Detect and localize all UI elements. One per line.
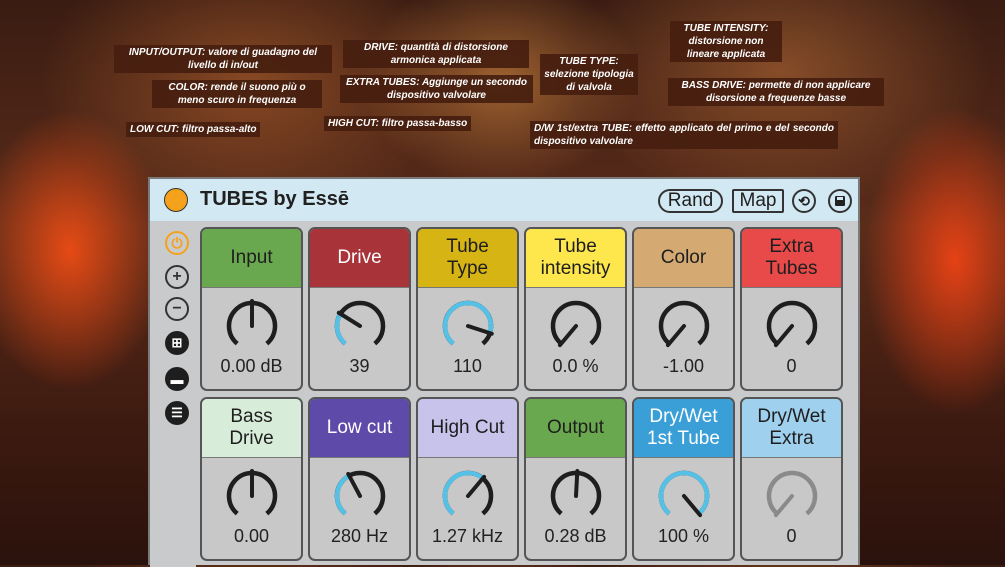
annotation-low-cut: LOW CUT: filtro passa-alto [126,122,260,137]
param-label: Tube Type [418,229,517,288]
param-panel-dry-wet-1st-tube: Dry/Wet 1st Tube 100 % [632,397,735,561]
annotation-tube-intensity: TUBE INTENSITY: distorsione non lineare … [670,21,782,62]
param-label: Low cut [310,399,409,458]
param-panel-input: Input 0.00 dB [200,227,303,391]
param-panel-dry-wet-extra: Dry/Wet Extra 0 [740,397,843,561]
param-knob[interactable] [331,297,389,355]
knob-needle [560,326,576,345]
param-value[interactable]: 0 [742,356,841,377]
collapse-icon[interactable]: ▬ [165,367,189,391]
save-preset-icon[interactable] [828,189,852,213]
param-value[interactable]: -1.00 [634,356,733,377]
knob-needle [348,474,360,496]
param-knob[interactable] [223,467,281,525]
annotation-dry-wet: D/W 1st/extra TUBE: effetto applicato de… [530,121,838,149]
zoom-out-icon[interactable]: − [165,297,189,321]
annotation-tube-type: TUBE TYPE: selezione tipologia di valvol… [540,54,638,95]
knob-needle [468,477,484,496]
knob-needle [776,496,792,515]
hot-swap-icon[interactable]: ⟲ [792,189,816,213]
param-label: Input [202,229,301,288]
knob-needle [339,313,360,326]
param-label: Tube intensity [526,229,625,288]
param-label: Color [634,229,733,288]
knob-track [769,303,815,344]
knob-value-arc [445,473,483,514]
param-panel-color: Color -1.00 [632,227,735,391]
param-label: Bass Drive [202,399,301,458]
device-title: TUBES by Essē [200,188,349,211]
knob-track [661,303,707,344]
device-power-button[interactable] [164,188,188,212]
param-knob[interactable] [547,467,605,525]
param-value[interactable]: 0.0 % [526,356,625,377]
param-value[interactable]: 0.00 dB [202,356,301,377]
zoom-in-icon[interactable]: + [165,265,189,289]
knob-value-arc [445,303,491,344]
param-value[interactable]: 1.27 kHz [418,526,517,547]
knob-needle [468,326,492,334]
param-panel-high-cut: High Cut 1.27 kHz [416,397,519,561]
param-label: Dry/Wet 1st Tube [634,399,733,458]
annotation-high-cut: HIGH CUT: filtro passa-basso [324,116,471,131]
knob-value-arc [661,473,707,514]
param-knob[interactable] [223,297,281,355]
add-device-icon[interactable]: ⊞ [165,331,189,355]
param-knob[interactable] [439,467,497,525]
param-knob[interactable] [655,297,713,355]
param-value[interactable]: 0.00 [202,526,301,547]
param-value[interactable]: 39 [310,356,409,377]
param-panel-output: Output 0.28 dB [524,397,627,561]
annotation-bass-drive: BASS DRIVE: permette di non applicare di… [668,78,884,106]
param-value[interactable]: 110 [418,356,517,377]
knob-track [769,473,815,514]
knob-value-arc [337,476,349,514]
param-panel-drive: Drive 39 [308,227,411,391]
param-value[interactable]: 100 % [634,526,733,547]
knob-needle [576,471,577,496]
annotation-color: COLOR: rende il suono più o meno scuro i… [152,80,322,108]
annotation-drive: DRIVE: quantità di distorsione armonica … [343,40,529,68]
param-panel-low-cut: Low cut 280 Hz [308,397,411,561]
rand-button[interactable]: Rand [658,189,723,213]
knob-needle [668,326,684,345]
param-knob[interactable] [547,297,605,355]
param-knob[interactable] [763,297,821,355]
power-preset-icon[interactable]: ⏻ [165,231,189,255]
param-knob[interactable] [331,467,389,525]
param-knob[interactable] [439,297,497,355]
param-label: High Cut [418,399,517,458]
knob-needle [776,326,792,345]
map-button[interactable]: Map [732,189,784,213]
device-title-bar[interactable]: TUBES by Essē Rand Map ⟲ [150,179,858,221]
param-value[interactable]: 0.28 dB [526,526,625,547]
annotation-extra-tubes: EXTRA TUBES: Aggiunge un secondo disposi… [340,75,533,103]
param-label: Drive [310,229,409,288]
param-knob[interactable] [763,467,821,525]
device-sidebar: ⏻ + − ⊞ ▬ ☰ [150,221,196,567]
param-label: Output [526,399,625,458]
param-panel-extra-tubes: Extra Tubes 0 [740,227,843,391]
tubes-device: TUBES by Essē Rand Map ⟲ ⏻ + − ⊞ ▬ ☰ Inp… [148,177,860,565]
annotation-input-output: INPUT/OUTPUT: valore di guadagno del liv… [114,45,332,73]
param-panel-tube-intensity: Tube intensity 0.0 % [524,227,627,391]
knob-needle [684,496,700,515]
param-panel-bass-drive: Bass Drive 0.00 [200,397,303,561]
list-icon[interactable]: ☰ [165,401,189,425]
param-value[interactable]: 0 [742,526,841,547]
param-value[interactable]: 280 Hz [310,526,409,547]
param-panel-tube-type: Tube Type 110 [416,227,519,391]
param-label: Extra Tubes [742,229,841,288]
param-knob[interactable] [655,467,713,525]
param-label: Dry/Wet Extra [742,399,841,458]
knob-track [337,303,383,344]
knob-track [553,303,599,344]
